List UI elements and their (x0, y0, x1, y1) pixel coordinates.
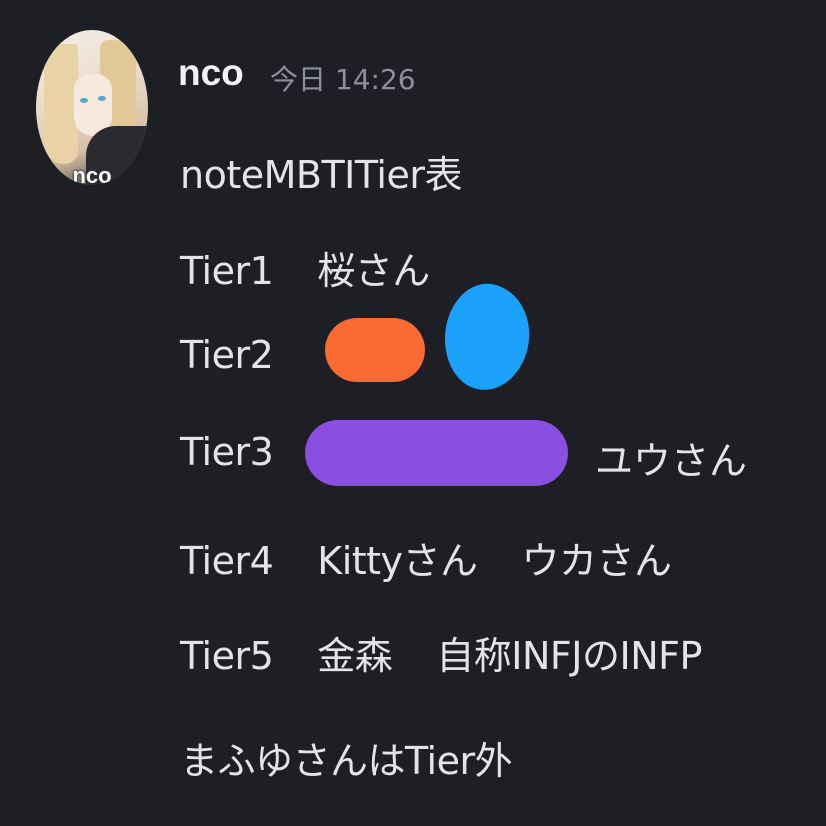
avatar-label: nco (72, 163, 112, 185)
tier3-label: Tier3 (180, 430, 274, 474)
tier1-row: Tier1 桜さん (180, 240, 430, 295)
tier5-member-2: 自称INFJのINFP (436, 634, 702, 678)
avatar-hair-left (44, 44, 78, 164)
tier5-label: Tier5 (180, 634, 274, 678)
redaction-blue (438, 278, 536, 396)
tier3-members: ユウさん (595, 439, 748, 483)
message-footer: まふゆさんはTier外 (180, 739, 513, 783)
tier4-row: Tier4 Kittyさん ウカさん (180, 530, 672, 585)
username[interactable]: nco (178, 52, 244, 94)
message-timestamp: 今日 14:26 (270, 63, 416, 96)
tier4-member-1: Kittyさん (317, 539, 478, 583)
tier3-row: Tier3 (180, 430, 274, 474)
message-title: noteMBTITier表 (180, 153, 463, 197)
redaction-orange (325, 318, 425, 382)
tier4-member-2: ウカさん (521, 539, 673, 583)
avatar-eye-left (80, 98, 88, 103)
avatar[interactable]: nco (36, 30, 148, 185)
tier4-label: Tier4 (180, 539, 274, 583)
redaction-purple (305, 420, 568, 486)
tier5-member-1: 金森 (317, 634, 393, 678)
tier5-row: Tier5 金森 自称INFJのINFP (180, 625, 702, 680)
tier2-label: Tier2 (180, 333, 274, 377)
tier1-members: 桜さん (317, 249, 430, 293)
tier1-label: Tier1 (180, 249, 274, 293)
avatar-eye-right (98, 96, 106, 101)
tier2-row: Tier2 (180, 333, 274, 377)
chat-message: nco nco 今日 14:26 noteMBTITier表 Tier1 桜さん … (0, 0, 826, 826)
